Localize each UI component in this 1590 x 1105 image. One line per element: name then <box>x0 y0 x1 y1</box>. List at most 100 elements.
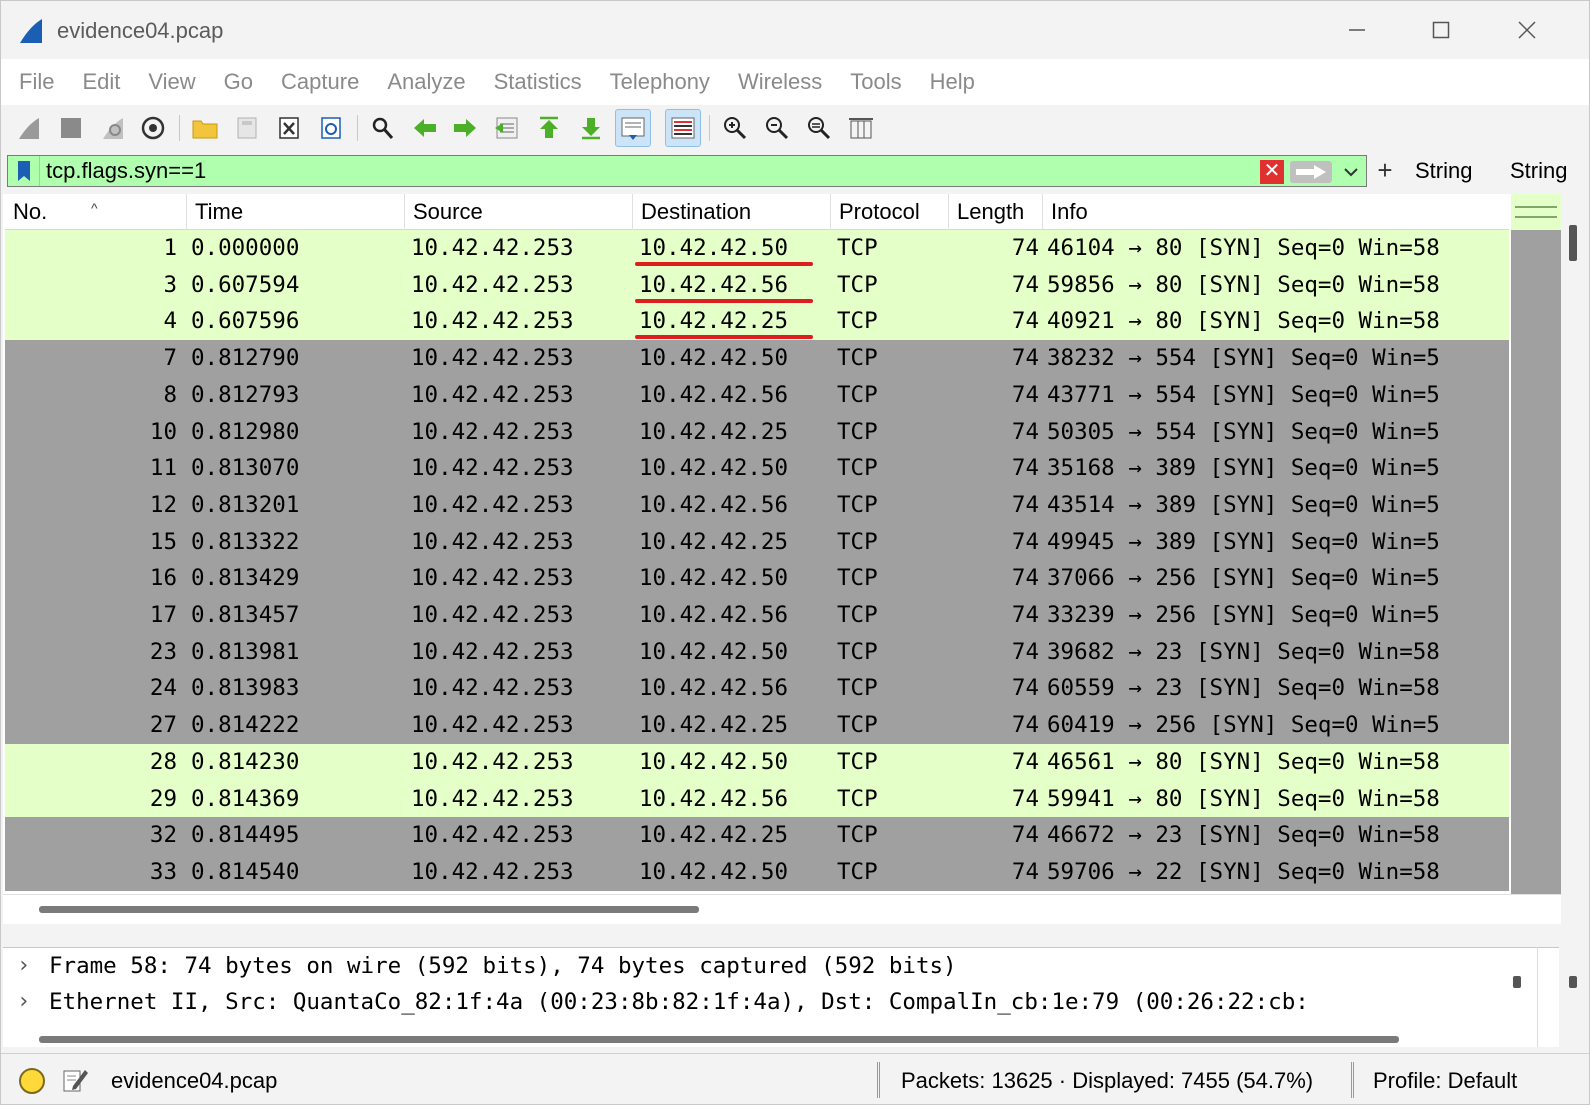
reload-file-button[interactable] <box>313 109 349 147</box>
menu-wireless[interactable]: Wireless <box>738 69 822 95</box>
packet-source: 10.42.42.253 <box>411 822 574 849</box>
packet-row[interactable]: 12 0.813201 10.42.42.253 10.42.42.56 TCP 74 43… <box>5 486 1509 524</box>
packet-length: 74 <box>1011 858 1039 885</box>
packet-list-minimap-scrollbar[interactable] <box>1511 194 1561 894</box>
menu-capture[interactable]: Capture <box>281 69 359 95</box>
packet-row[interactable]: 4 0.607596 10.42.42.253 10.42.42.25 TCP 74 409… <box>5 303 1509 341</box>
apply-filter-button[interactable] <box>1290 161 1332 183</box>
go-to-packet-button[interactable] <box>489 109 525 147</box>
menu-telephony[interactable]: Telephony <box>610 69 710 95</box>
packet-protocol: TCP <box>837 748 878 775</box>
packet-info: 46104 → 80 [SYN] Seq=0 Win=58 <box>1047 235 1440 261</box>
packet-time: 0.813983 <box>191 675 300 702</box>
details-hscroll-thumb[interactable] <box>39 1036 1399 1043</box>
menu-help[interactable]: Help <box>930 69 975 95</box>
packet-row[interactable]: 3 0.607594 10.42.42.253 10.42.42.56 TCP 74 598… <box>5 266 1509 304</box>
menu-statistics[interactable]: Statistics <box>494 69 582 95</box>
start-capture-button[interactable] <box>11 109 47 147</box>
packet-no: 32 <box>149 822 177 849</box>
packet-list-hscrollbar[interactable] <box>3 894 1561 924</box>
filter-button-string-1[interactable]: String <box>1415 158 1472 184</box>
find-packet-button[interactable] <box>365 109 401 147</box>
open-file-button[interactable] <box>187 109 223 147</box>
last-packet-button[interactable] <box>573 109 609 147</box>
packet-no: 11 <box>149 455 177 482</box>
packet-destination: 10.42.42.25 <box>639 712 789 739</box>
add-filter-button[interactable]: + <box>1373 155 1397 187</box>
column-header-destination[interactable]: Destination <box>633 194 831 230</box>
packet-no: 16 <box>149 565 177 592</box>
column-header-info[interactable]: Info <box>1043 194 1509 230</box>
packet-row[interactable]: 32 0.814495 10.42.42.253 10.42.42.25 TCP 74 46… <box>5 817 1509 855</box>
stop-capture-button[interactable] <box>53 109 89 147</box>
zoom-out-button[interactable] <box>759 109 795 147</box>
menu-view[interactable]: View <box>148 69 195 95</box>
packet-info: 60559 → 23 [SYN] Seq=0 Win=58 <box>1047 675 1440 702</box>
column-header-length[interactable]: Length <box>949 194 1043 230</box>
zoom-in-button[interactable] <box>717 109 753 147</box>
packet-destination: 10.42.42.50 <box>639 858 789 885</box>
column-header-protocol[interactable]: Protocol <box>831 194 949 230</box>
normal-size-icon <box>808 117 831 140</box>
clear-filter-button[interactable]: ✕ <box>1260 160 1284 184</box>
go-back-button[interactable] <box>407 109 443 147</box>
packet-row[interactable]: 29 0.814369 10.42.42.253 10.42.42.56 TCP 74 59… <box>5 780 1509 818</box>
packet-row[interactable]: 23 0.813981 10.42.42.253 10.42.42.50 TCP 74 39… <box>5 633 1509 671</box>
packet-row[interactable]: 10 0.812980 10.42.42.253 10.42.42.25 TCP 74 50… <box>5 413 1509 451</box>
colorize-button[interactable] <box>665 109 701 147</box>
capture-comment-icon[interactable] <box>61 1066 89 1094</box>
resize-columns-button[interactable] <box>843 109 879 147</box>
close-window-button[interactable] <box>1507 13 1547 47</box>
filter-history-dropdown[interactable] <box>1340 160 1362 184</box>
packet-row[interactable]: 28 0.814230 10.42.42.253 10.42.42.50 TCP 74 46… <box>5 743 1509 781</box>
packet-row[interactable]: 1 0.000000 10.42.42.253 10.42.42.50 TCP 74 461… <box>5 230 1509 267</box>
auto-scroll-button[interactable] <box>615 109 651 147</box>
column-header-time[interactable]: Time <box>187 194 405 230</box>
packet-row[interactable]: 24 0.813983 10.42.42.253 10.42.42.56 TCP 74 60… <box>5 670 1509 708</box>
menu-file[interactable]: File <box>19 69 54 95</box>
expand-chevron-icon[interactable]: › <box>17 948 30 984</box>
packet-row[interactable]: 17 0.813457 10.42.42.253 10.42.42.56 TCP 74 33… <box>5 597 1509 634</box>
packet-row[interactable]: 16 0.813429 10.42.42.253 10.42.42.50 TCP 74 37… <box>5 560 1509 598</box>
packet-info: 38232 → 554 [SYN] Seq=0 Win=5 <box>1047 345 1440 372</box>
details-scroll-thumb[interactable] <box>1513 976 1521 988</box>
status-profile[interactable]: Profile: Default <box>1373 1068 1517 1094</box>
capture-options-button[interactable] <box>135 109 171 147</box>
packet-row[interactable]: 33 0.814540 10.42.42.253 10.42.42.50 TCP 74 59… <box>5 853 1509 891</box>
auto-scroll-icon <box>621 117 645 140</box>
detail-row-ethernet[interactable]: › Ethernet II, Src: QuantaCo_82:1f:4a (0… <box>3 984 1523 1020</box>
packet-list-hscroll-thumb[interactable] <box>39 906 699 913</box>
display-filter-input[interactable] <box>46 157 1226 185</box>
detail-row-frame[interactable]: › Frame 58: 74 bytes on wire (592 bits),… <box>3 948 1523 984</box>
restart-capture-button[interactable] <box>95 109 131 147</box>
filter-bookmark-button[interactable] <box>8 156 40 186</box>
column-header-no[interactable]: No. ^ <box>5 194 187 230</box>
details-outer-scroll-thumb[interactable] <box>1569 976 1577 988</box>
menu-edit[interactable]: Edit <box>82 69 120 95</box>
packet-list-scroll-thumb[interactable] <box>1569 225 1577 261</box>
packet-info: 35168 → 389 [SYN] Seq=0 Win=5 <box>1047 455 1440 482</box>
packet-row[interactable]: 11 0.813070 10.42.42.253 10.42.42.50 TCP 74 35… <box>5 450 1509 488</box>
expand-chevron-icon[interactable]: › <box>17 984 30 1020</box>
go-forward-button[interactable] <box>447 109 483 147</box>
column-header-source[interactable]: Source <box>405 194 633 230</box>
wireshark-fin-icon <box>20 19 42 43</box>
maximize-button[interactable] <box>1421 13 1461 47</box>
menu-go[interactable]: Go <box>224 69 253 95</box>
minimize-button[interactable] <box>1337 13 1377 47</box>
menu-tools[interactable]: Tools <box>850 69 901 95</box>
packet-row[interactable]: 27 0.814222 10.42.42.253 10.42.42.25 TCP 74 60… <box>5 707 1509 745</box>
first-packet-button[interactable] <box>531 109 567 147</box>
close-file-button[interactable] <box>271 109 307 147</box>
packet-row[interactable]: 7 0.812790 10.42.42.253 10.42.42.50 TCP 74 382… <box>5 340 1509 378</box>
packet-destination: 10.42.42.25 <box>639 822 789 849</box>
packet-destination: 10.42.42.56 <box>639 602 789 628</box>
expert-info-indicator-icon[interactable] <box>19 1068 45 1094</box>
packet-row[interactable]: 15 0.813322 10.42.42.253 10.42.42.25 TCP 74 49… <box>5 523 1509 561</box>
save-file-button[interactable] <box>229 109 265 147</box>
filter-button-string-2[interactable]: String <box>1510 158 1567 184</box>
menu-analyze[interactable]: Analyze <box>387 69 465 95</box>
packet-no: 10 <box>149 418 177 445</box>
normal-size-button[interactable] <box>801 109 837 147</box>
packet-row[interactable]: 8 0.812793 10.42.42.253 10.42.42.56 TCP 74 437… <box>5 376 1509 414</box>
